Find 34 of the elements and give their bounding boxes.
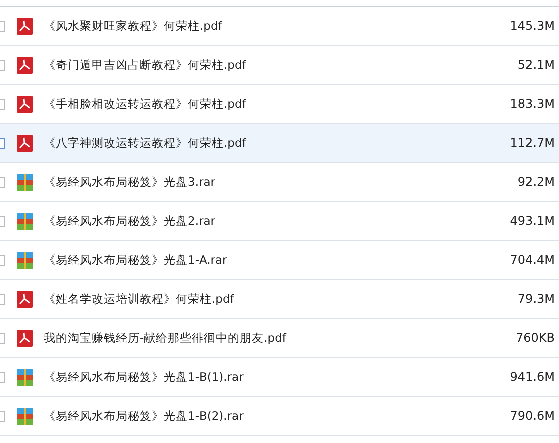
file-size: 92.2M [518, 175, 555, 189]
file-name: 《手相脸相改运转运教程》何荣柱.pdf [44, 96, 248, 112]
pdf-icon [17, 290, 33, 308]
file-size: 941.6M [510, 370, 555, 384]
file-name: 《易经风水布局秘笈》光盘2.rar [44, 214, 216, 228]
pdf-icon [17, 56, 33, 74]
pdf-icon [17, 330, 33, 346]
file-size: 183.3M [510, 97, 555, 111]
file-row[interactable]: 《八字神测改运转运教程》何荣柱.pdf 112.7M [0, 124, 559, 163]
file-size: 52.1M [518, 58, 555, 72]
file-name: 《易经风水布局秘笈》光盘1-A.rar [44, 252, 228, 268]
pdf-icon [17, 134, 33, 152]
archive-icon [17, 408, 33, 424]
file-size: 493.1M [510, 214, 555, 228]
file-name: 《风水聚财旺家教程》何荣柱.pdf [44, 18, 224, 34]
file-name: 我的淘宝赚钱经历-献给那些徘徊中的朋友.pdf [44, 330, 288, 346]
pdf-icon [17, 96, 33, 112]
file-name: 《奇门遁甲吉凶占断教程》何荣柱.pdf [44, 58, 248, 72]
file-size: 145.3M [510, 19, 555, 33]
file-name: 《易经风水布局秘笈》光盘3.rar [44, 174, 216, 190]
file-size: 79.3M [518, 292, 555, 306]
file-name: 《易经风水布局秘笈》光盘1-B(2).rar [44, 408, 245, 424]
file-size: 112.7M [510, 136, 555, 150]
archive-icon [17, 368, 33, 386]
file-name: 《八字神测改运转运教程》何荣柱.pdf [44, 136, 248, 150]
file-size: 760KB [516, 331, 555, 345]
file-name: 《易经风水布局秘笈》光盘1-B(1).rar [44, 370, 245, 384]
file-size: 704.4M [510, 253, 555, 267]
archive-icon [17, 212, 33, 230]
archive-icon [17, 174, 33, 190]
file-size: 790.6M [510, 409, 555, 423]
file-name: 《姓名学改运培训教程》何荣柱.pdf [44, 292, 236, 306]
pdf-icon [17, 18, 33, 34]
archive-icon [17, 252, 33, 268]
